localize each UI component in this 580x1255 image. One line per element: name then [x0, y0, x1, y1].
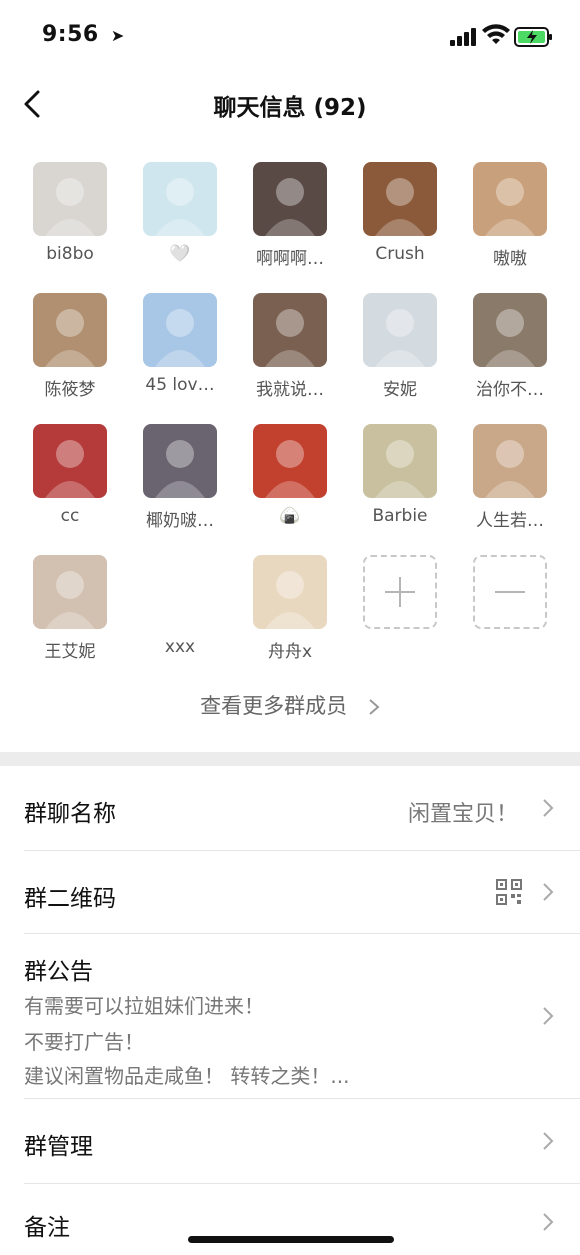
member-item[interactable]: 啊啊啊… [235, 162, 345, 269]
member-item[interactable]: cc [15, 424, 125, 526]
group-notice-label: 群公告 [24, 959, 93, 985]
member-name: bi8bo [46, 244, 94, 264]
member-item[interactable]: xxx [125, 555, 235, 657]
minus-icon [495, 591, 525, 593]
member-name: 安妮 [383, 380, 417, 400]
member-item[interactable]: 我就说… [235, 293, 345, 400]
member-name: 陈筱梦 [44, 380, 96, 400]
wifi-icon [482, 24, 510, 44]
group-name-value: 闲置宝贝！ [407, 802, 518, 827]
avatar[interactable] [33, 162, 107, 236]
avatar[interactable] [33, 424, 107, 498]
cellular-signal-icon [450, 28, 476, 46]
member-item[interactable]: 人生若… [455, 424, 565, 531]
member-name: Barbie [372, 506, 428, 526]
member-item[interactable]: 治你不… [455, 293, 565, 400]
member-item[interactable]: 椰奶啵… [125, 424, 235, 531]
nav-bar: 聊天信息 (92) [0, 72, 580, 136]
group-name-label: 群聊名称 [24, 801, 116, 827]
avatar[interactable] [473, 162, 547, 236]
avatar[interactable] [473, 424, 547, 498]
member-item[interactable]: 舟舟x [235, 555, 345, 662]
chevron-right-icon [543, 799, 554, 817]
avatar[interactable] [363, 293, 437, 367]
group-qr-label: 群二维码 [24, 886, 116, 912]
notice-line: 不要打广告！ [24, 1030, 144, 1054]
member-name: 🍙 [279, 506, 301, 526]
chevron-right-icon [543, 883, 554, 901]
member-name: xxx [164, 637, 196, 657]
member-name: 嗷嗷 [493, 249, 527, 269]
avatar[interactable] [143, 293, 217, 367]
qr-code-icon [496, 879, 522, 905]
member-item[interactable]: 嗷嗷 [455, 162, 565, 269]
member-item[interactable]: 王艾妮 [15, 555, 125, 662]
avatar[interactable] [253, 424, 327, 498]
section-separator [0, 752, 580, 766]
member-item[interactable]: 安妮 [345, 293, 455, 400]
member-name: 45 lov… [145, 375, 215, 395]
chevron-right-icon [543, 1132, 554, 1150]
avatar[interactable] [143, 162, 217, 236]
plus-icon [385, 577, 415, 607]
member-name: 舟舟x [267, 642, 313, 662]
avatar[interactable] [253, 293, 327, 367]
add-member-button[interactable] [345, 555, 455, 629]
avatar[interactable] [143, 555, 217, 629]
home-indicator[interactable] [188, 1236, 394, 1243]
group-manage-label: 群管理 [24, 1134, 93, 1160]
avatar[interactable] [253, 162, 327, 236]
row-group-notice[interactable]: 群公告 有需要可以拉姐妹们进来！ 不要打广告！ 建议闲置物品走咸鱼！ 转转之类！… [0, 934, 580, 1098]
remove-member-button-box[interactable] [473, 555, 547, 629]
avatar[interactable] [253, 555, 327, 629]
member-name: 我就说… [256, 380, 324, 400]
member-name: 人生若… [476, 511, 544, 531]
avatar[interactable] [33, 555, 107, 629]
status-bar: 9:56 ➤ [0, 0, 580, 72]
member-item[interactable]: bi8bo [15, 162, 125, 264]
row-remark[interactable]: 备注 [0, 1184, 580, 1255]
member-name: 啊啊啊… [256, 249, 324, 269]
avatar[interactable] [33, 293, 107, 367]
avatar[interactable] [363, 424, 437, 498]
chevron-right-icon [543, 1007, 554, 1025]
avatar[interactable] [473, 293, 547, 367]
view-more-members-link[interactable]: 查看更多群成员 [0, 690, 580, 720]
location-arrow-icon: ➤ [110, 26, 125, 45]
avatar[interactable] [143, 424, 217, 498]
member-name: 王艾妮 [44, 642, 96, 662]
remark-label: 备注 [24, 1215, 70, 1241]
row-group-name[interactable]: 群聊名称 闲置宝贝！ [0, 766, 580, 850]
view-more-members-label: 查看更多群成员 [200, 694, 348, 718]
member-item[interactable]: 陈筱梦 [15, 293, 125, 400]
member-name: 治你不… [476, 380, 544, 400]
row-group-manage[interactable]: 群管理 [0, 1099, 580, 1183]
avatar[interactable] [363, 162, 437, 236]
member-name: 椰奶啵… [146, 511, 214, 531]
member-item[interactable]: Barbie [345, 424, 455, 526]
notice-line: 建议闲置物品走咸鱼！ 转转之类！... [24, 1064, 350, 1088]
chevron-right-icon [369, 699, 380, 715]
notice-line: 有需要可以拉姐妹们进来！ [24, 994, 264, 1018]
member-name: cc [60, 506, 80, 526]
status-time: 9:56 ➤ [42, 22, 125, 47]
chevron-right-icon [543, 1213, 554, 1231]
member-name: Crush [375, 244, 425, 264]
remove-member-button[interactable] [455, 555, 565, 629]
member-item[interactable]: 🤍 [125, 162, 235, 264]
member-item[interactable]: 🍙 [235, 424, 345, 526]
time-text: 9:56 [42, 22, 99, 47]
add-member-button-box[interactable] [363, 555, 437, 629]
battery-charging-icon [514, 27, 552, 47]
member-item[interactable]: 45 lov… [125, 293, 235, 395]
member-item[interactable]: Crush [345, 162, 455, 264]
member-name: 🤍 [169, 244, 191, 264]
row-group-qr[interactable]: 群二维码 [0, 851, 580, 933]
page-title: 聊天信息 (92) [213, 95, 367, 121]
